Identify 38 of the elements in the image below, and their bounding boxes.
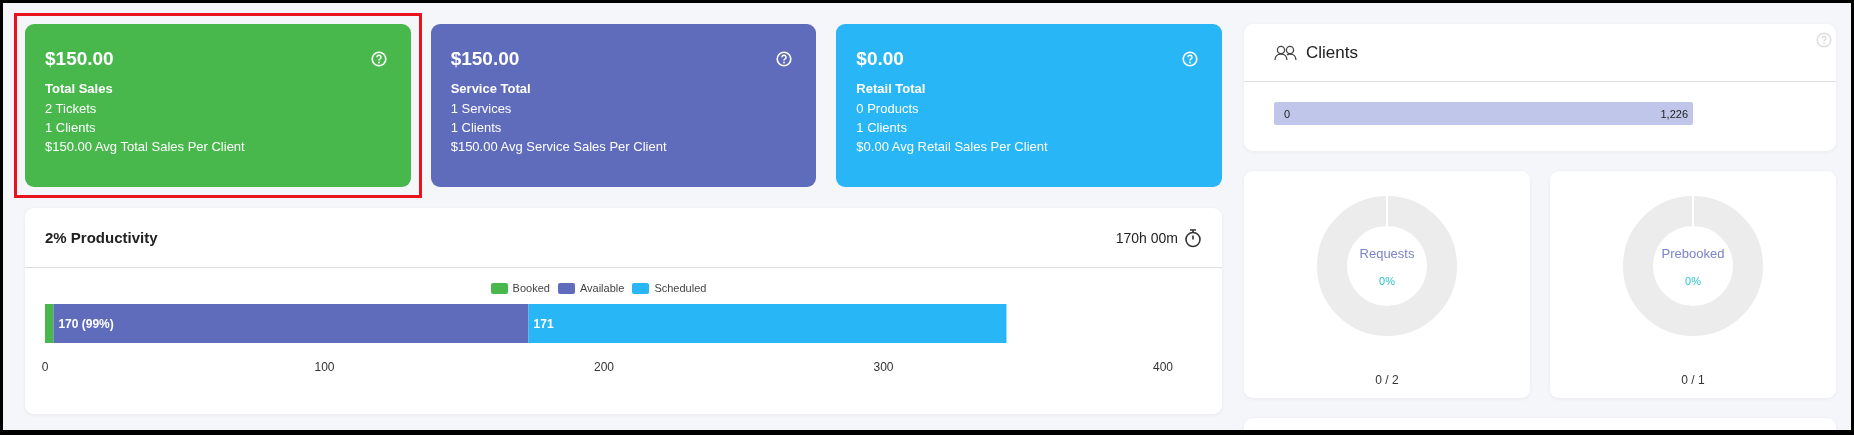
- card-stat: 1 Clients: [450, 119, 503, 137]
- card-stat: 1 Services: [450, 100, 513, 118]
- amount: $0.00: [856, 48, 904, 70]
- card-stat: $150.00 Avg Total Sales Per Client: [45, 138, 246, 156]
- card-stat: $150.00 Avg Service Sales Per Client: [450, 138, 668, 156]
- card-stat: 1 Clients: [856, 119, 908, 137]
- donut-percent: 0%: [1379, 274, 1395, 287]
- card-stat: 2 Tickets: [45, 100, 98, 118]
- donut-label: Requests: [1359, 245, 1415, 261]
- card-title: Retail Total: [856, 80, 927, 98]
- card-stat: 0 Products: [856, 100, 920, 118]
- axis-tick-label: 300: [873, 360, 894, 374]
- axis-tick-label: 200: [594, 360, 614, 374]
- card-title: Clients: [1306, 42, 1358, 63]
- panel-title: 2% Productivity: [45, 229, 158, 246]
- card-stat: $0.00 Avg Retail Sales Per Client: [856, 138, 1049, 156]
- range-end: 1,226: [1660, 107, 1688, 120]
- range-start: 0: [1284, 107, 1291, 120]
- legend-label[interactable]: Scheduled: [654, 282, 707, 294]
- card-stat: 1 Clients: [45, 119, 97, 137]
- axis-tick-label: 0: [41, 360, 49, 374]
- ratio-text: 0 / 2: [1375, 373, 1399, 387]
- legend-label[interactable]: Available: [579, 282, 625, 294]
- bar-value-label: 170 (99%): [58, 317, 114, 331]
- amount: $150.00: [45, 48, 114, 70]
- amount: $150.00: [450, 48, 520, 70]
- stopwatch-icon: [1184, 227, 1202, 248]
- axis-tick-label: 400: [1153, 360, 1173, 374]
- card-title: Service Total: [450, 80, 532, 98]
- donut-percent: 0%: [1685, 274, 1701, 287]
- card-title: Total Sales: [45, 80, 114, 98]
- people-icon: [1274, 44, 1298, 61]
- donut-label: Prebooked: [1661, 245, 1725, 261]
- bar-value-label: 171: [533, 317, 554, 331]
- axis-tick-label: 100: [314, 360, 335, 374]
- ratio-text: 0 / 1: [1681, 373, 1705, 387]
- legend-label[interactable]: Booked: [512, 282, 550, 294]
- hours-total: 170h 00m: [1115, 229, 1178, 246]
